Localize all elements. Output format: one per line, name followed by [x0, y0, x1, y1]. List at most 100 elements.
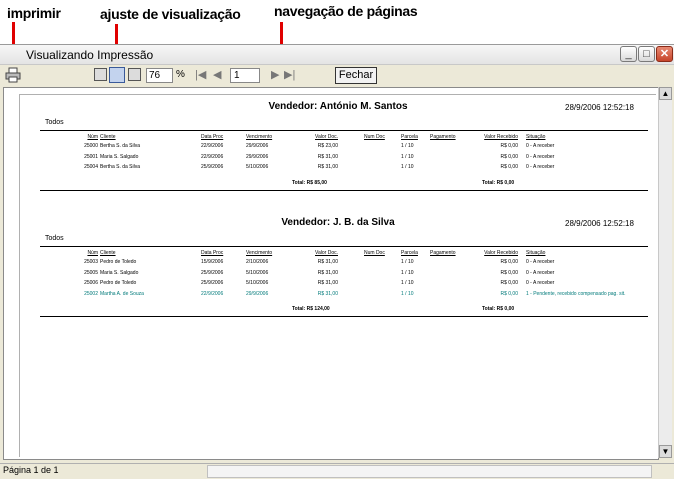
table-cell-situacao: 0 - A receber	[526, 280, 555, 286]
table-cell-cliente: Pedro de Toledo	[100, 259, 137, 265]
column-header: Parcela	[401, 250, 418, 256]
single-page-icon[interactable]	[94, 68, 107, 81]
table-cell-cliente: Pedro de Toledo	[100, 280, 137, 286]
column-header: Data Proc	[201, 134, 224, 140]
window-title: Visualizando Impressão	[26, 48, 154, 62]
column-header: Num Doc	[364, 250, 385, 256]
column-header: Pagamento	[430, 250, 456, 256]
seller-title: Vendedor: António M. Santos	[268, 101, 408, 112]
section-rule	[40, 246, 648, 247]
table-cell-parcela: 1 / 10	[401, 280, 414, 286]
table-cell-data: 22/9/2006	[201, 290, 224, 297]
close-preview-button[interactable]: Fechar	[335, 67, 377, 84]
table-cell-valor: R$ 31,00	[317, 259, 338, 265]
table-cell-venc: 5/10/2006	[246, 280, 269, 286]
table-cell-valor: R$ 31,00	[317, 269, 338, 276]
column-header: Valor Recebido	[484, 250, 518, 256]
table-cell-cliente: Bertha S. da Silva	[100, 143, 141, 149]
table-cell-cliente: Maria S. Salgado	[100, 269, 139, 276]
table-cell-cliente: Maria S. Salgado	[100, 153, 139, 160]
table-cell-recebido: R$ 0,00	[500, 164, 518, 170]
table-cell-recebido: R$ 0,00	[500, 280, 518, 286]
status-panel	[207, 465, 652, 478]
table-cell-num: 25001	[84, 153, 98, 160]
scroll-up-icon[interactable]: ▲	[659, 87, 672, 100]
column-header: Núm	[87, 134, 98, 140]
column-header: Parcela	[401, 134, 418, 140]
column-header: Vencimento	[246, 134, 273, 140]
table-cell-venc: 29/9/2006	[246, 290, 269, 297]
report-date: 28/9/2006 12:52:18	[565, 103, 634, 112]
table-cell-venc: 29/9/2006	[246, 153, 269, 160]
column-header: Situação	[526, 134, 546, 140]
column-header: Num Doc	[364, 134, 385, 140]
section-rule	[40, 130, 648, 131]
last-page-button[interactable]: ▶|	[284, 68, 295, 83]
section-end-rule	[40, 316, 648, 317]
printer-icon	[5, 67, 21, 83]
minimize-button[interactable]: _	[620, 46, 637, 62]
table-cell-situacao: 0 - A receber	[526, 259, 555, 265]
status-page-info: Página 1 de 1	[3, 465, 59, 475]
seller-title: Vendedor: J. B. da Silva	[281, 217, 395, 228]
annotation-nav: navegação de páginas	[274, 3, 418, 19]
section-end-rule	[40, 189, 648, 191]
total-received: Total: R$ 0,00	[482, 306, 515, 312]
column-header: Vencimento	[246, 250, 273, 256]
table-cell-num: 25002	[84, 290, 98, 297]
vertical-scrollbar[interactable]: ▲ ▼	[658, 87, 672, 458]
table-cell-situacao: 0 - A receber	[526, 143, 555, 149]
total-doc: Total: R$ 85,00	[292, 179, 327, 186]
page-width-icon[interactable]	[109, 67, 125, 83]
table-cell-parcela: 1 / 10	[401, 259, 414, 265]
table-cell-num: 25005	[84, 269, 98, 276]
table-cell-parcela: 1 / 10	[401, 143, 414, 149]
multi-page-icon[interactable]	[128, 68, 141, 81]
prev-page-button[interactable]: ◀	[213, 68, 221, 83]
table-cell-venc: 29/9/2006	[246, 143, 269, 149]
maximize-button[interactable]: □	[638, 46, 655, 62]
table-cell-situacao: 0 - A receber	[526, 269, 555, 276]
table-cell-venc: 5/10/2006	[246, 269, 269, 276]
column-header: Cliente	[100, 250, 116, 256]
table-cell-num: 25003	[84, 259, 98, 265]
group-label: Todos	[45, 119, 64, 126]
column-header: Cliente	[100, 134, 116, 140]
table-cell-situacao: 0 - A receber	[526, 164, 555, 170]
annotation-view: ajuste de visualização	[100, 6, 241, 22]
column-header: Pagamento	[430, 134, 456, 140]
table-cell-num: 25000	[84, 143, 98, 149]
close-button[interactable]: ✕	[656, 46, 673, 62]
table-cell-cliente: Bertha S. da Silva	[100, 164, 141, 170]
table-cell-venc: 2/10/2006	[246, 259, 269, 265]
table-cell-data: 22/9/2006	[201, 153, 224, 160]
table-cell-parcela: 1 / 10	[401, 153, 414, 160]
column-header: Valor Doc.	[315, 134, 338, 140]
table-cell-recebido: R$ 0,00	[500, 259, 518, 265]
table-cell-valor: R$ 31,00	[317, 153, 338, 160]
preview-viewport[interactable]: Vendedor: António M. Santos 28/9/2006 12:…	[3, 87, 659, 460]
table-cell-cliente: Martha A. de Souza	[100, 290, 144, 297]
report-page: Vendedor: António M. Santos 28/9/2006 12:…	[19, 94, 656, 457]
report-date: 28/9/2006 12:52:18	[565, 219, 634, 228]
table-cell-parcela: 1 / 10	[401, 269, 414, 276]
table-cell-valor: R$ 31,00	[317, 164, 338, 170]
table-cell-parcela: 1 / 10	[401, 290, 414, 297]
next-page-button[interactable]: ▶	[271, 68, 279, 83]
page-number-input[interactable]: 1	[230, 68, 260, 83]
table-cell-situacao: 1 - Pendente, recebido compensado pag. s…	[526, 290, 626, 297]
table-cell-recebido: R$ 0,00	[500, 290, 518, 297]
print-button[interactable]	[5, 67, 21, 83]
zoom-input[interactable]: 76	[146, 68, 173, 83]
table-cell-valor: R$ 23,00	[317, 143, 338, 149]
first-page-button[interactable]: |◀	[195, 68, 206, 83]
table-cell-parcela: 1 / 10	[401, 164, 414, 170]
group-label: Todos	[45, 235, 64, 242]
scroll-down-icon[interactable]: ▼	[659, 445, 672, 458]
total-doc: Total: R$ 124,00	[292, 306, 330, 312]
table-cell-num: 25006	[84, 280, 98, 286]
zoom-percent-label: %	[176, 69, 185, 80]
table-cell-data: 25/9/2006	[201, 280, 224, 286]
column-header: Valor Doc.	[315, 250, 338, 256]
column-header: Situação	[526, 250, 546, 256]
